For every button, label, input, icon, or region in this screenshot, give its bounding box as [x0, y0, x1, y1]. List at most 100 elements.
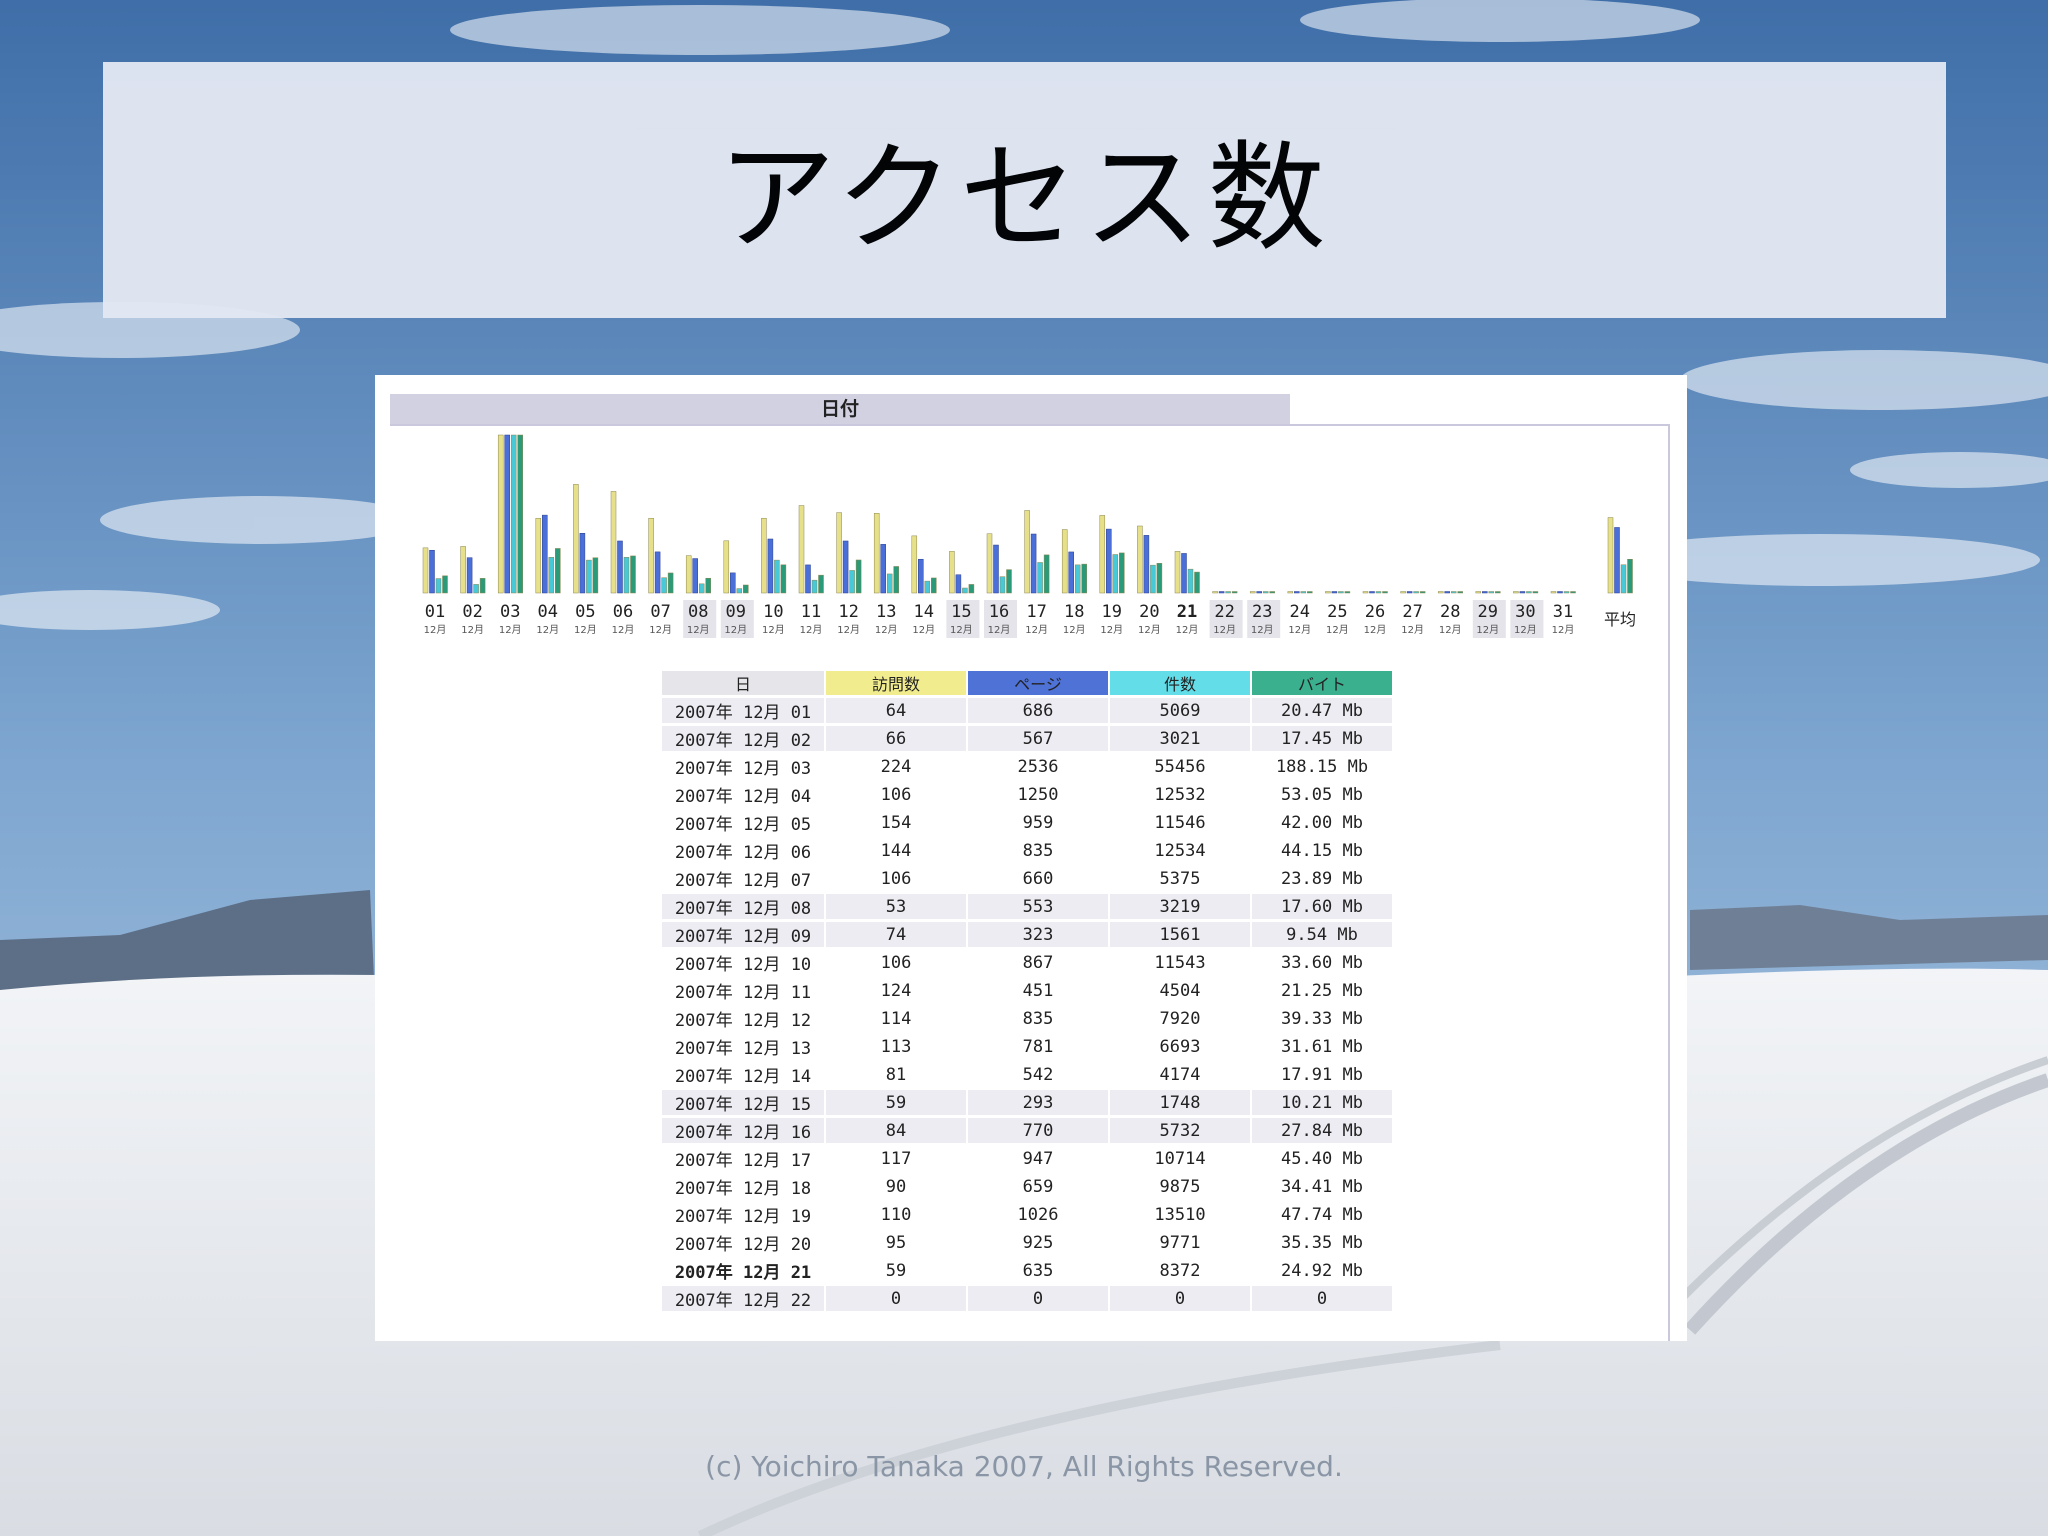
bar-26-series-1 — [1369, 591, 1375, 594]
bar-17-series-3 — [1043, 554, 1050, 594]
column-header-day: 日 — [662, 671, 824, 695]
month-tick-label: 12月 — [988, 624, 1011, 636]
cell-day: 2007年 12月 04 — [674, 787, 812, 807]
month-tick-label: 12月 — [800, 624, 823, 636]
bar-07-series-1 — [654, 551, 661, 594]
cell-visits: 66 — [826, 726, 966, 751]
cell-pages: 323 — [968, 922, 1108, 947]
bar-15-series-2 — [962, 587, 968, 594]
cell-hits: 11546 — [1154, 812, 1206, 833]
day-tick-label: 01 — [425, 602, 445, 622]
title-panel: アクセス数 — [103, 62, 1946, 318]
cell-bytes: 27.84 Mb — [1252, 1118, 1392, 1143]
cell-pages: 635 — [1022, 1260, 1054, 1281]
column-header-pages: ページ — [968, 671, 1108, 695]
cell-day: 2007年 12月 13 — [674, 1039, 812, 1059]
cell-pages: 567 — [968, 726, 1108, 751]
bar-18-series-0 — [1061, 529, 1068, 594]
cell-hits: 3219 — [1110, 894, 1250, 919]
bar-30-series-1 — [1519, 591, 1526, 594]
cell-bytes: 10.21 Mb — [1252, 1090, 1392, 1115]
bar-14-series-3 — [931, 577, 937, 594]
slide-title: アクセス数 — [717, 128, 1332, 267]
average-bar-series-1 — [1614, 527, 1620, 594]
month-tick-label: 12月 — [1251, 624, 1274, 636]
day-tick-label: 24 — [1290, 602, 1310, 622]
table-row: 2007年 12月 15 59 293 1748 10.21 Mb — [662, 1090, 1392, 1115]
table-header-row: 日 訪問数 ページ 件数 バイト — [662, 671, 1392, 695]
month-tick-label: 12月 — [1288, 624, 1311, 636]
cell-pages: 835 — [1022, 840, 1054, 861]
cell-day: 2007年 12月 22 — [662, 1286, 824, 1311]
cell-hits: 9875 — [1159, 1176, 1201, 1197]
bar-22-series-3 — [1231, 591, 1238, 594]
cell-bytes: 47.74 Mb — [1281, 1204, 1363, 1225]
bar-09-series-1 — [730, 572, 736, 594]
cell-hits: 1561 — [1110, 922, 1250, 947]
stats-screenshot: 日付 01 12月 02 12月 03 12月 04 12月 05 12月 06 12月 07 12月 08… — [375, 375, 1687, 1341]
bar-30-series-0 — [1513, 591, 1519, 594]
day-tick-label: 30 — [1515, 602, 1535, 622]
bar-02-series-1 — [466, 557, 473, 594]
month-tick-label: 12月 — [424, 624, 447, 636]
average-bar-series-3 — [1627, 559, 1633, 594]
cell-bytes: 0 — [1252, 1286, 1392, 1311]
month-tick-label: 12月 — [912, 624, 935, 636]
bar-13-series-0 — [873, 513, 880, 594]
day-tick-label: 18 — [1064, 602, 1084, 622]
day-tick-label: 12 — [838, 602, 858, 622]
table-row: 2007年 12月 19 110 1026 13510 47.74 Mb — [662, 1202, 1392, 1228]
cell-bytes: 17.60 Mb — [1252, 894, 1392, 919]
bar-15-series-1 — [955, 574, 962, 594]
bar-12-series-3 — [855, 559, 862, 594]
bar-02-series-2 — [473, 584, 479, 594]
bar-11-series-2 — [811, 579, 818, 594]
cell-visits: 59 — [885, 1260, 907, 1281]
bar-31-series-0 — [1550, 591, 1557, 594]
day-tick-label: 29 — [1478, 602, 1498, 622]
day-tick-label: 08 — [688, 602, 708, 622]
cell-pages: 293 — [968, 1090, 1108, 1115]
bar-24-series-0 — [1287, 591, 1294, 594]
table-row: 2007年 12月 17 117 947 10714 45.40 Mb — [662, 1146, 1392, 1172]
day-tick-label: 20 — [1139, 602, 1159, 622]
bar-08-series-2 — [698, 583, 705, 594]
bar-26-series-0 — [1362, 591, 1369, 594]
day-tick-label: 03 — [500, 602, 520, 622]
bar-30-series-3 — [1532, 591, 1539, 594]
month-tick-label: 12月 — [574, 624, 597, 636]
bar-17-series-0 — [1024, 510, 1030, 594]
cell-hits: 6693 — [1159, 1036, 1201, 1057]
bar-01-series-0 — [422, 547, 429, 594]
cell-hits: 5375 — [1159, 868, 1201, 889]
month-tick-label: 12月 — [1326, 624, 1349, 636]
cell-hits: 1748 — [1110, 1090, 1250, 1115]
cell-day: 2007年 12月 09 — [662, 922, 824, 947]
bar-29-series-3 — [1495, 591, 1501, 594]
cell-hits: 3021 — [1110, 726, 1250, 751]
cell-bytes: 23.89 Mb — [1281, 868, 1363, 889]
day-tick-label: 04 — [538, 602, 558, 622]
bar-12-series-0 — [836, 512, 842, 594]
cell-bytes: 17.45 Mb — [1252, 726, 1392, 751]
day-tick-label: 10 — [763, 602, 783, 622]
cell-pages: 1026 — [1017, 1204, 1059, 1225]
cell-bytes: 35.35 Mb — [1281, 1232, 1363, 1253]
bar-08-series-3 — [705, 577, 711, 594]
bar-28-series-3 — [1457, 591, 1463, 594]
cell-hits: 8372 — [1159, 1260, 1201, 1281]
bar-13-series-3 — [893, 566, 899, 594]
bar-31-series-1 — [1557, 591, 1563, 594]
bar-27-series-3 — [1419, 591, 1426, 594]
cell-pages: 659 — [1022, 1176, 1054, 1197]
cell-hits: 10714 — [1154, 1148, 1206, 1169]
cell-day: 2007年 12月 14 — [674, 1067, 812, 1087]
cell-hits: 9771 — [1159, 1232, 1201, 1253]
cell-visits: 106 — [880, 784, 912, 805]
day-tick-label: 22 — [1214, 602, 1234, 622]
bar-23-series-2 — [1262, 591, 1269, 594]
cell-hits: 0 — [1110, 1286, 1250, 1311]
bar-29-series-1 — [1482, 591, 1488, 594]
day-tick-label: 02 — [462, 602, 482, 622]
cell-bytes: 42.00 Mb — [1281, 812, 1363, 833]
